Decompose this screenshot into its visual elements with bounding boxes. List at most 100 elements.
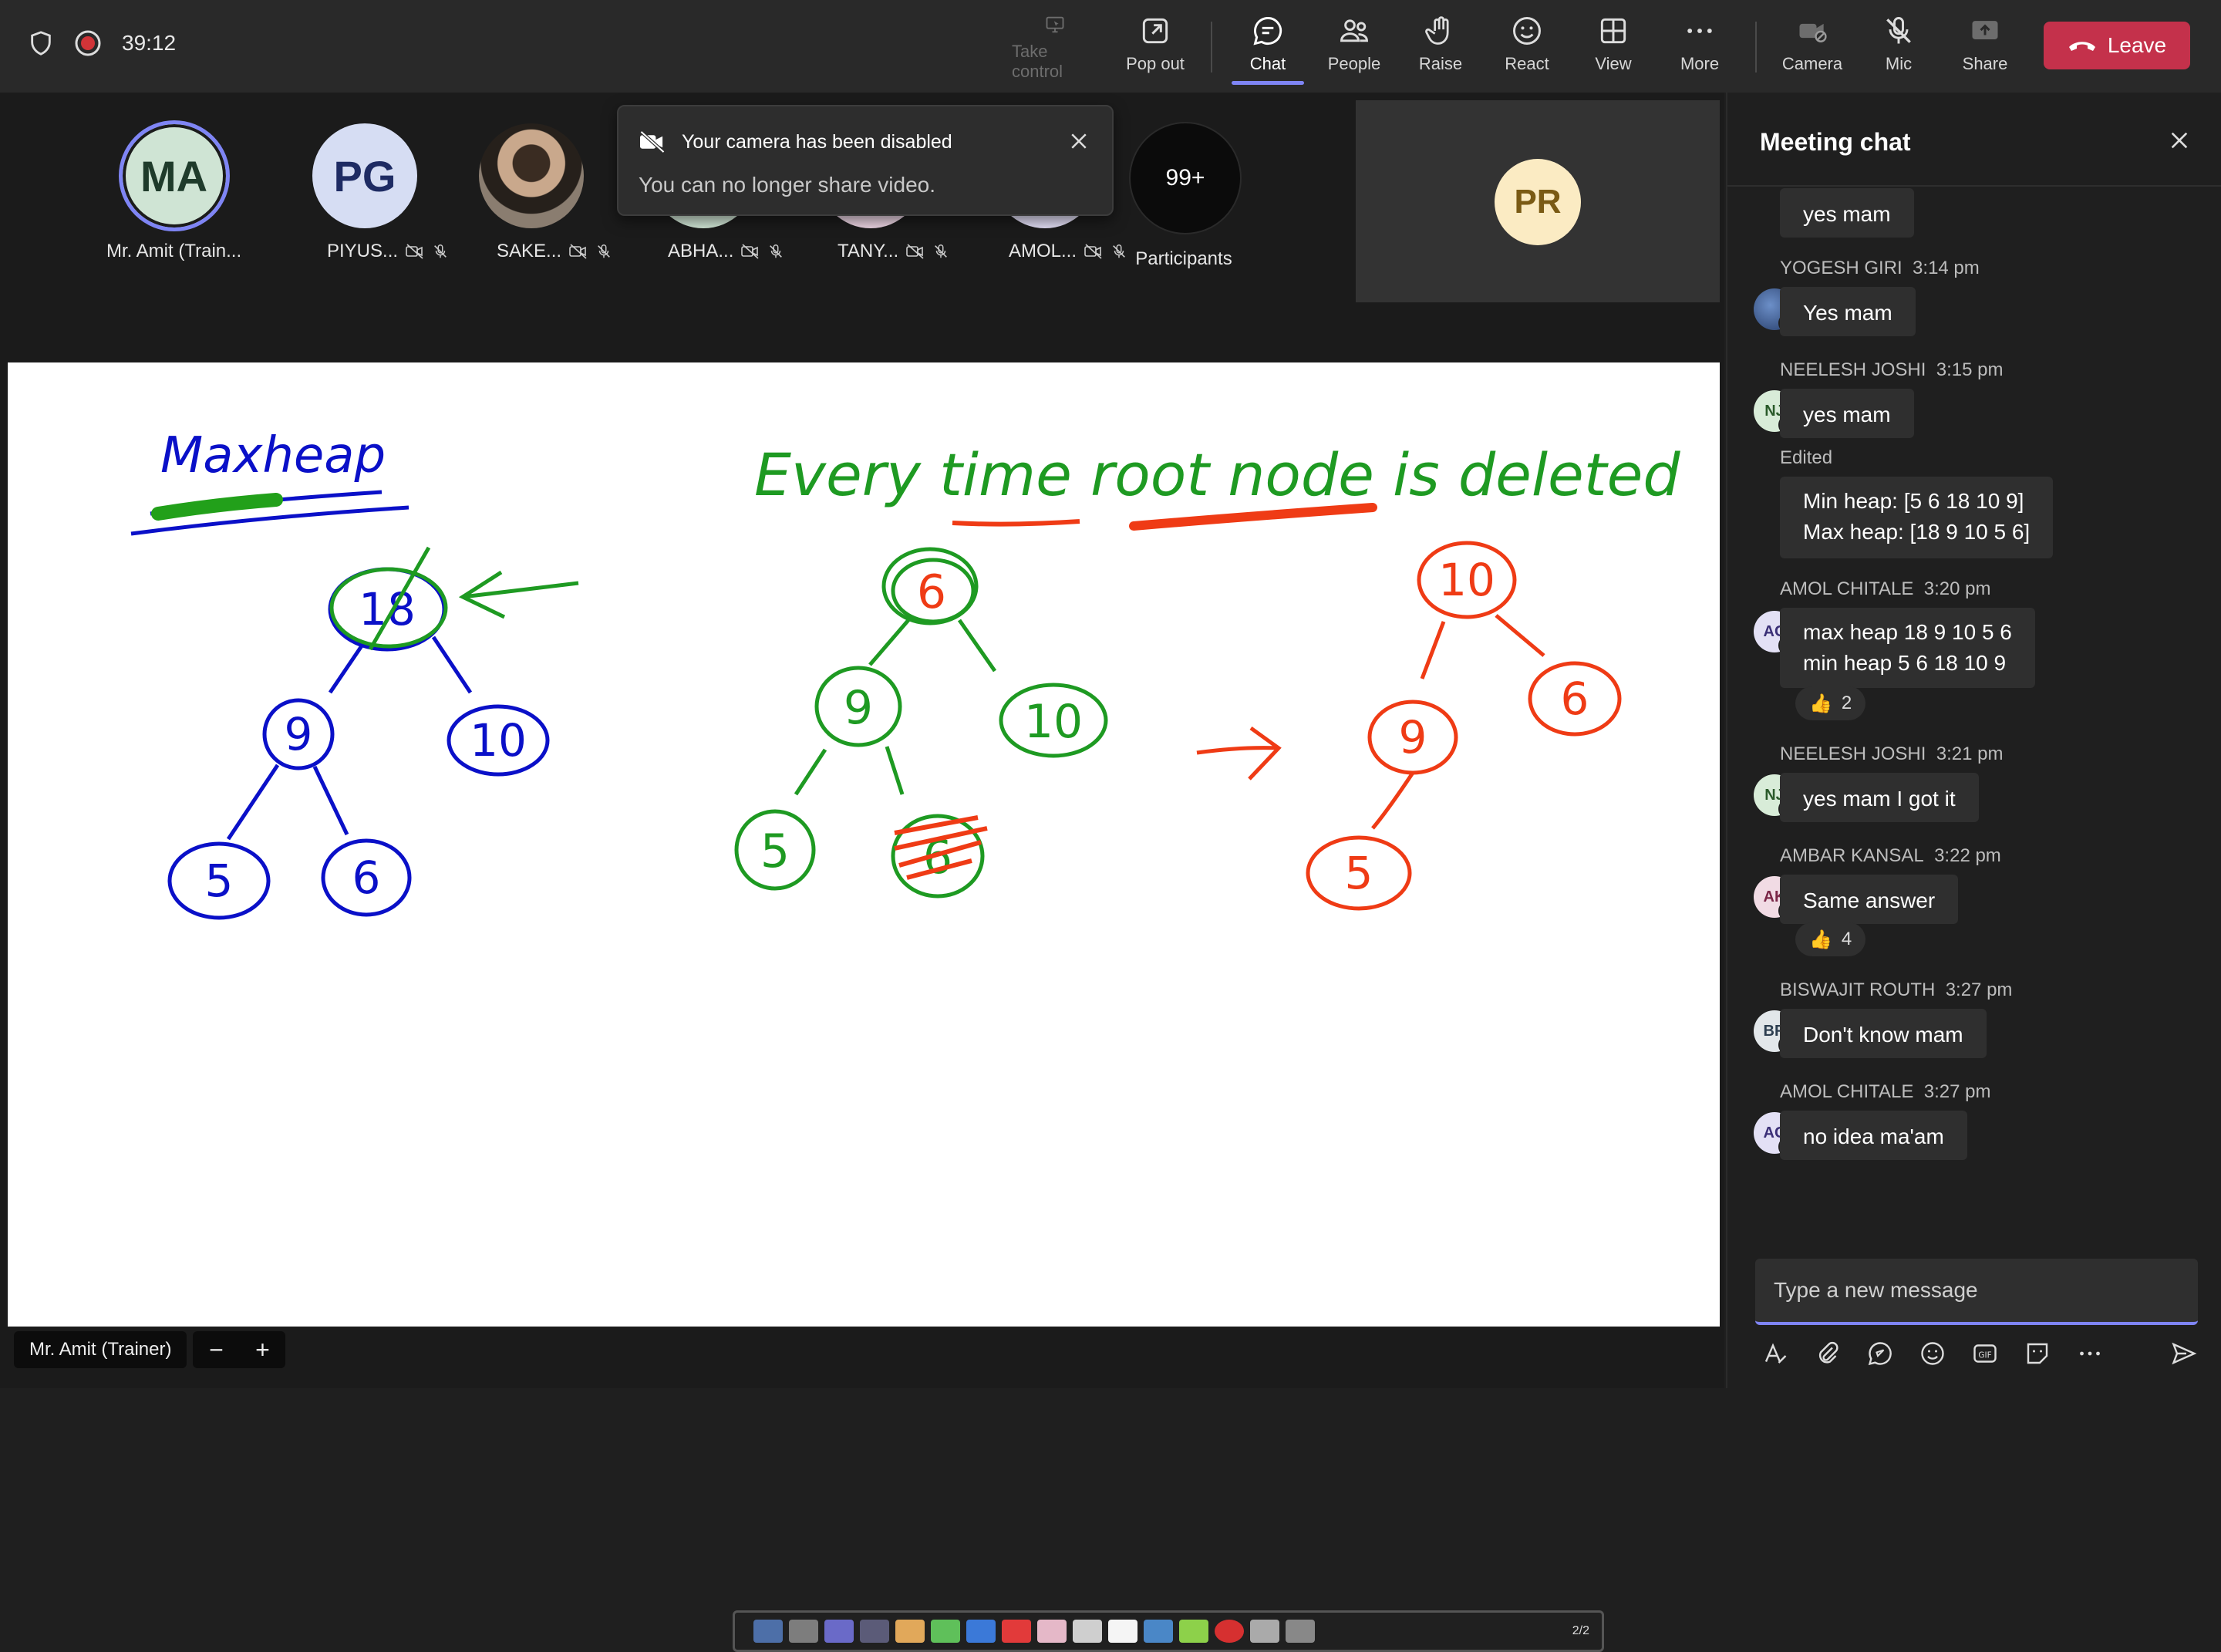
leave-button[interactable]: Leave [2044, 22, 2190, 69]
raise-hand-button[interactable]: Raise [1397, 14, 1484, 82]
select-tool-icon[interactable] [1108, 1620, 1137, 1643]
reaction-count: 2 [1841, 693, 1852, 713]
zoom-in-button[interactable]: + [255, 1336, 270, 1364]
view-button[interactable]: View [1570, 14, 1656, 82]
camera-off-icon [741, 244, 759, 259]
participant-name: Mr. Amit (Train... [106, 241, 241, 262]
node-label: 10 [1024, 695, 1083, 749]
camera-button[interactable]: Camera [1769, 14, 1855, 82]
record-tool-icon[interactable] [1215, 1620, 1244, 1643]
tree-edge [957, 619, 997, 673]
text-tool-icon[interactable] [966, 1620, 996, 1643]
notification-body: You can no longer share video. [639, 173, 936, 197]
message-time: 3:20 pm [1923, 578, 1991, 599]
participant-name: SAKE... [497, 241, 612, 262]
format-icon[interactable] [1761, 1340, 1789, 1367]
people-label: People [1327, 54, 1381, 73]
message-meta: AMOL CHITALE 3:27 pm [1780, 1081, 1990, 1103]
message-author: NEELESH JOSHI [1780, 359, 1926, 380]
arrow-icon [458, 570, 579, 619]
message-author: AMOL CHITALE [1780, 578, 1914, 599]
mic-button[interactable]: Mic [1855, 14, 1942, 82]
participant-name: PIYUS... [327, 241, 449, 262]
participant-name: TANY... [838, 241, 949, 262]
meeting-toolbar: 39:12 Take control Pop out Chat People R… [0, 0, 2221, 93]
compose-box[interactable] [1755, 1259, 2198, 1325]
share-button[interactable]: Share [1942, 14, 2028, 82]
thumbs-up-icon: 👍 [1809, 929, 1832, 950]
mic-off-icon [598, 244, 610, 258]
message-meta: BISWAJIT ROUTH 3:27 pm [1780, 979, 2012, 1001]
red-underline [1129, 503, 1377, 531]
attach-icon[interactable] [1814, 1340, 1842, 1367]
participants-overflow-count: 99+ [1165, 165, 1205, 190]
message-meta: YOGESH GIRI 3:14 pm [1780, 258, 1980, 279]
message-input[interactable] [1772, 1274, 2176, 1306]
layer-tool-icon[interactable] [824, 1620, 854, 1643]
background-tool-icon[interactable] [860, 1620, 889, 1643]
meeting-chat-panel: Meeting chat yes mam YOGESH GIRI 3:14 pm… [1726, 93, 2221, 1388]
more-icon [1687, 29, 1712, 33]
highlighter-tool-icon[interactable] [931, 1620, 960, 1643]
message-time: 3:27 pm [1945, 979, 2013, 1000]
mic-off-icon [935, 244, 948, 258]
cursor-tool-icon[interactable] [1073, 1620, 1102, 1643]
sticker-icon[interactable] [2024, 1340, 2051, 1367]
shape-tool-icon[interactable] [1002, 1620, 1031, 1643]
more-button[interactable]: More [1656, 14, 1743, 82]
avatar: MA [118, 120, 230, 231]
featured-participant-tile[interactable]: PR [1356, 100, 1720, 302]
react-button[interactable]: React [1484, 14, 1570, 82]
gif-icon[interactable]: GIF [1971, 1340, 1999, 1367]
more-icon[interactable] [2076, 1340, 2104, 1367]
node-label: 6 [1561, 673, 1589, 725]
chat-icon [1253, 17, 1282, 46]
message-line: min heap 5 6 18 10 9 [1803, 651, 2007, 675]
hammer-tool-icon[interactable] [1144, 1620, 1173, 1643]
notification-title: Your camera has been disabled [682, 131, 952, 153]
toolbar-divider [1755, 22, 1757, 72]
mic-off-icon [770, 244, 783, 258]
camera-tool-icon[interactable] [1250, 1620, 1279, 1643]
participant-tile[interactable]: SAKE... [450, 123, 612, 262]
mic-label: Mic [1885, 54, 1913, 73]
reaction-badge[interactable]: 👍 2 [1795, 686, 1866, 720]
mic-off-icon [434, 244, 447, 258]
react-label: React [1505, 54, 1549, 73]
zoom-out-button[interactable]: − [209, 1336, 224, 1364]
participants-overflow-button[interactable]: 99+ [1129, 122, 1242, 234]
loop-icon[interactable] [1866, 1340, 1894, 1367]
close-icon[interactable] [2167, 128, 2192, 153]
chat-message: yes mam [1780, 389, 1914, 438]
shared-whiteboard[interactable]: Maxheap Every time root node is deleted … [8, 362, 1720, 1652]
shield-icon [31, 31, 51, 56]
people-button[interactable]: People [1311, 14, 1397, 82]
meeting-timer: 39:12 [122, 31, 177, 55]
participant-tile[interactable]: PG PIYUS... [281, 123, 449, 262]
tree-edge [328, 643, 365, 694]
reaction-count: 4 [1841, 929, 1852, 949]
settings-tool-icon[interactable] [1286, 1620, 1315, 1643]
camera-disabled-notification: Your camera has been disabled You can no… [617, 105, 1114, 216]
take-control-button[interactable]: Take control [1012, 14, 1098, 82]
send-icon[interactable] [2170, 1340, 2198, 1367]
eraser-tool-icon[interactable] [1037, 1620, 1067, 1643]
message-time: 3:15 pm [1936, 359, 2004, 380]
participant-tile[interactable]: MA Mr. Amit (Train... [106, 120, 241, 262]
tree-edge [1420, 621, 1446, 679]
highlight-mark [151, 493, 283, 521]
reaction-badge[interactable]: 👍 4 [1795, 922, 1866, 956]
red-underline [952, 519, 1080, 527]
pop-out-button[interactable]: Pop out [1112, 14, 1198, 82]
page-tool-icon[interactable] [789, 1620, 818, 1643]
pop-out-label: Pop out [1126, 54, 1185, 73]
svg-text:GIF: GIF [1978, 1350, 1991, 1360]
close-icon[interactable] [1067, 130, 1090, 153]
emoji-icon[interactable] [1919, 1340, 1946, 1367]
message-author: YOGESH GIRI [1780, 258, 1903, 278]
chat-button[interactable]: Chat [1225, 14, 1311, 85]
camera-off-icon [1799, 23, 1827, 42]
pointer-tool-icon[interactable] [753, 1620, 783, 1643]
color-tool-icon[interactable] [1179, 1620, 1208, 1643]
pencil-tool-icon[interactable] [895, 1620, 925, 1643]
